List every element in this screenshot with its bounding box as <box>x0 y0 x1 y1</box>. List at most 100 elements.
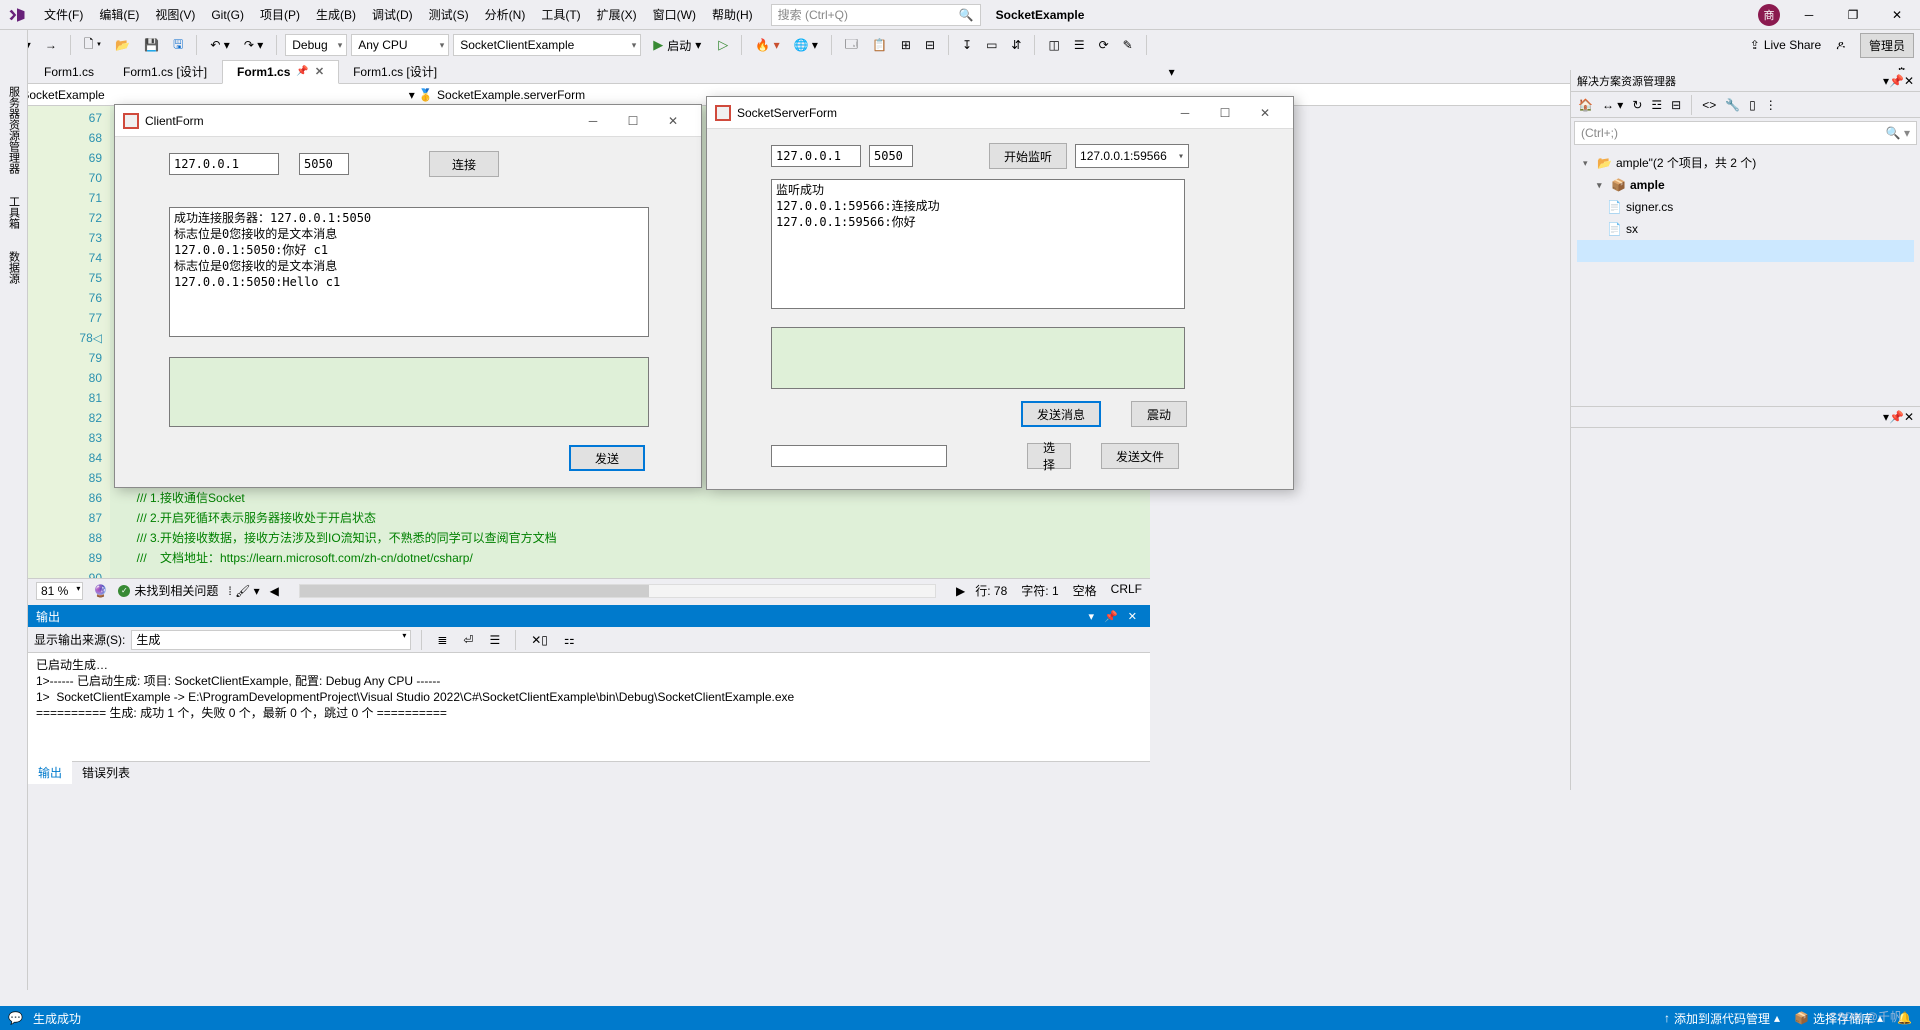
tree-solution-node[interactable]: ▾📂 ample"(2 个项目，共 2 个) <box>1577 152 1914 174</box>
server-listen-button[interactable]: 开始监听 <box>989 143 1067 169</box>
toolbox-tab[interactable]: 工具箱 <box>4 190 24 235</box>
se-filter-button[interactable]: ⋮ <box>1762 95 1780 115</box>
undo-button[interactable]: ↶ ▾ <box>205 35 234 55</box>
client-log-textarea[interactable]: 成功连接服务器：127.0.0.1:5050 标志位是0您接收的是文本消息 12… <box>169 207 649 337</box>
zoom-dropdown[interactable]: 81 % <box>36 582 83 600</box>
client-list-dropdown[interactable]: 127.0.0.1:59566 <box>1075 144 1189 168</box>
nav-prev-button[interactable]: ◀ <box>270 584 279 598</box>
se-code-button[interactable]: <> <box>1699 95 1719 115</box>
output-text[interactable]: 已启动生成… 1>------ 已启动生成: 项目: SocketClientE… <box>28 653 1150 761</box>
client-connect-button[interactable]: 连接 <box>429 151 499 177</box>
server-explorer-tab[interactable]: 服务器资源管理器 <box>4 80 24 180</box>
sync-button[interactable]: ⟳ <box>1094 35 1114 55</box>
maximize-button[interactable]: ❐ <box>1838 4 1868 26</box>
tree-item-selected[interactable] <box>1577 240 1914 262</box>
forward-button[interactable]: → <box>40 35 62 55</box>
chevron-down-icon[interactable]: ▾ <box>1597 174 1607 196</box>
toolbox-btn3[interactable]: ⊞ <box>896 35 916 55</box>
tab-form1-cs[interactable]: Form1.cs <box>30 61 109 83</box>
server-choose-button[interactable]: 选择 <box>1027 443 1071 469</box>
menu-extensions[interactable]: 扩展(X) <box>589 2 645 27</box>
menu-git[interactable]: Git(G) <box>203 4 252 26</box>
tree-project-node[interactable]: ▾📦 ample <box>1577 174 1914 196</box>
save-all-button[interactable]: 🖫 <box>168 32 188 59</box>
tab-form1-cs-active[interactable]: Form1.cs📌✕ <box>222 60 339 84</box>
toolbox-btn1[interactable]: 🗔 <box>840 32 863 59</box>
config-dropdown[interactable]: Debug <box>285 34 347 56</box>
se-collapse-button[interactable]: ⊟ <box>1668 95 1684 115</box>
toolbox-btn2[interactable]: 📋 <box>867 35 892 55</box>
startup-dropdown[interactable]: SocketClientExample <box>453 34 641 56</box>
minimize-button[interactable]: ─ <box>1165 100 1205 126</box>
se-close-button[interactable]: ✕ <box>1904 74 1914 88</box>
tab-errorlist[interactable]: 错误列表 <box>72 761 140 784</box>
align-button[interactable]: ▭ <box>981 35 1002 55</box>
tool-button[interactable]: ✎ <box>1118 35 1138 55</box>
se-switch-button[interactable]: ↔ ▾ <box>1599 95 1626 115</box>
horizontal-scrollbar[interactable] <box>299 584 936 598</box>
solution-search-input[interactable]: (Ctrl+;) 🔍 ▾ <box>1574 121 1917 145</box>
server-port-input[interactable] <box>869 145 913 167</box>
minimize-button[interactable]: ─ <box>1794 4 1824 26</box>
comment-button[interactable]: ◫ <box>1043 35 1064 55</box>
server-send-msg-button[interactable]: 发送消息 <box>1021 401 1101 427</box>
se-home-button[interactable]: 🏠 <box>1575 95 1596 115</box>
toolbox-btn4[interactable]: ⊟ <box>920 35 940 55</box>
pin-icon[interactable]: 📌 <box>296 66 308 77</box>
client-ip-input[interactable] <box>169 153 279 175</box>
browser-link-button[interactable]: 🌐 ▾ <box>789 35 823 55</box>
step-button[interactable]: ↧ <box>957 35 977 55</box>
client-port-input[interactable] <box>299 153 349 175</box>
datasources-tab[interactable]: 数据源 <box>4 245 24 290</box>
health-icon[interactable]: 🔮 <box>93 584 108 598</box>
output-source-dropdown[interactable]: 生成 <box>131 630 411 650</box>
no-issues-status[interactable]: ✓未找到相关问题 <box>118 582 218 599</box>
platform-dropdown[interactable]: Any CPU <box>351 34 449 56</box>
tab-form1-design2[interactable]: Form1.cs [设计] <box>339 59 452 84</box>
start-button[interactable]: ▶启动 ▾ <box>645 35 709 56</box>
output-options-button[interactable]: ⚏ <box>559 630 580 650</box>
output-goto-button[interactable]: ☰ <box>484 630 505 650</box>
client-message-input[interactable] <box>169 357 649 427</box>
server-shake-button[interactable]: 震动 <box>1131 401 1187 427</box>
output-clear2-button[interactable]: ✕▯ <box>526 630 553 650</box>
tab-output[interactable]: 输出 <box>28 761 72 784</box>
hot-reload-button[interactable]: 🔥 ▾ <box>750 35 784 55</box>
maximize-button[interactable]: ☐ <box>613 108 653 134</box>
menu-analyze[interactable]: 分析(N) <box>477 2 534 27</box>
breadcrumb-project[interactable]: SocketExample <box>21 88 104 102</box>
output-pin-button[interactable]: 📌 <box>1099 610 1123 623</box>
line-ending[interactable]: CRLF <box>1111 582 1142 599</box>
redo-button[interactable]: ↷ ▾ <box>239 35 268 55</box>
server-ip-input[interactable] <box>771 145 861 167</box>
output-clear-button[interactable]: ≣ <box>432 630 452 650</box>
close-button[interactable]: ✕ <box>1882 4 1912 26</box>
live-share-button[interactable]: ⇪Live Share <box>1750 38 1821 52</box>
menu-window[interactable]: 窗口(W) <box>645 2 704 27</box>
se-sync-button[interactable]: ↻ <box>1629 95 1645 115</box>
se-pending-button[interactable]: ☲ <box>1648 95 1665 115</box>
client-send-button[interactable]: 发送 <box>569 445 645 471</box>
menu-file[interactable]: 文件(F) <box>36 2 91 27</box>
whitespace-mode[interactable]: 空格 <box>1073 582 1097 599</box>
maximize-button[interactable]: ☐ <box>1205 100 1245 126</box>
solution-tree[interactable]: ▾📂 ample"(2 个项目，共 2 个) ▾📦 ample 📄 signer… <box>1571 148 1920 266</box>
spacing-button[interactable]: ⇵ <box>1006 35 1026 55</box>
menu-build[interactable]: 生成(B) <box>308 2 364 27</box>
menu-project[interactable]: 项目(P) <box>252 2 308 27</box>
save-button[interactable]: 💾 <box>139 35 164 55</box>
se-pin-button[interactable]: 📌 <box>1889 74 1904 88</box>
chevron-down-icon[interactable]: ▾ <box>1583 152 1593 174</box>
open-button[interactable]: 📂 <box>110 35 135 55</box>
prop-pin-button[interactable]: 📌 <box>1889 410 1904 424</box>
brush-icon[interactable]: ⁞ 🖌 ▾ <box>228 584 259 598</box>
start-no-debug-button[interactable]: ▷ <box>713 34 733 56</box>
nav-next-button[interactable]: ▶ <box>956 584 965 598</box>
close-button[interactable]: ✕ <box>1245 100 1285 126</box>
user-avatar[interactable]: 商 <box>1758 4 1780 26</box>
tree-item[interactable]: 📄 signer.cs <box>1577 196 1914 218</box>
breadcrumb-class[interactable]: SocketExample.serverForm <box>437 88 585 102</box>
new-project-button[interactable]: 🗋 ▾ <box>79 32 106 59</box>
server-log-textarea[interactable]: 监听成功 127.0.0.1:59566:连接成功 127.0.0.1:5956… <box>771 179 1185 309</box>
feedback-icon[interactable]: 💬 <box>8 1011 23 1025</box>
